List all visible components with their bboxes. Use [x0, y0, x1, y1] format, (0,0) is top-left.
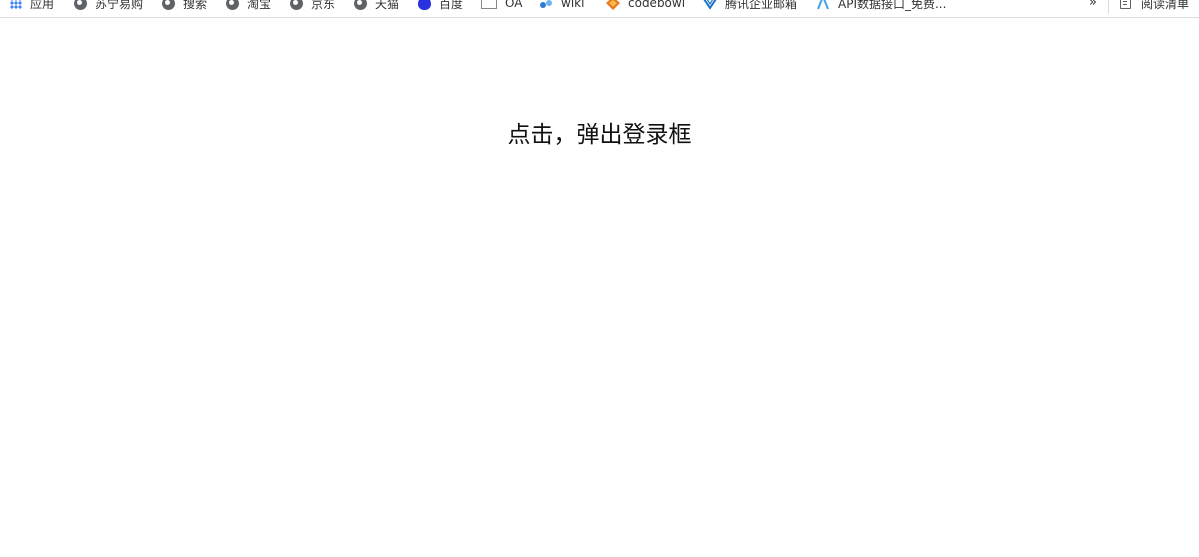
bookmark-label: 京东 [311, 0, 336, 11]
globe-icon [354, 0, 367, 10]
reading-list-label: 阅读清单 [1141, 0, 1190, 11]
globe-icon [162, 0, 175, 10]
bookmark-suning[interactable]: 苏宁易购 [74, 0, 143, 12]
bookmark-label: wiki [561, 0, 585, 10]
wiki-logo-icon [540, 0, 553, 8]
bookmarks-bar: 应用 苏宁易购 搜索 淘宝 京东 天猫 百度 OA wiki codebowl … [0, 0, 1199, 18]
reading-list-icon [1120, 0, 1131, 9]
bookmark-baidu[interactable]: 百度 [418, 0, 463, 12]
api-logo-icon [816, 0, 830, 10]
bookmark-codebowl[interactable]: codebowl [606, 0, 685, 12]
bookmark-label: OA [505, 0, 523, 10]
bookmark-label: 腾讯企业邮箱 [725, 0, 798, 11]
bookmark-label: 应用 [30, 0, 55, 11]
bookmark-wiki[interactable]: wiki [540, 0, 584, 12]
bookmarks-overflow-button[interactable]: » [1089, 0, 1097, 12]
bookmark-label: API数据接口_免费... [838, 0, 947, 11]
bookmark-label: 天猫 [375, 0, 400, 11]
bookmark-label: 搜索 [183, 0, 208, 11]
bookmark-api[interactable]: API数据接口_免费... [816, 0, 946, 12]
codebowl-logo-icon [606, 0, 620, 10]
baidu-paw-icon [418, 0, 431, 10]
bookmark-apps[interactable]: 应用 [10, 0, 54, 12]
oa-logo-icon [481, 0, 497, 9]
bookmark-tencent-mail[interactable]: 腾讯企业邮箱 [703, 0, 797, 12]
globe-icon [74, 0, 87, 10]
reading-list-button[interactable]: 阅读清单 [1120, 0, 1189, 12]
apps-grid-icon [10, 0, 22, 9]
bookmark-search[interactable]: 搜索 [162, 0, 207, 12]
bookmark-label: 百度 [439, 0, 464, 11]
bookmark-tmall[interactable]: 天猫 [354, 0, 399, 12]
bookmark-label: 淘宝 [247, 0, 272, 11]
globe-icon [290, 0, 303, 10]
bookmark-label: 苏宁易购 [95, 0, 144, 11]
bookmark-jd[interactable]: 京东 [290, 0, 335, 12]
globe-icon [226, 0, 239, 10]
toolbar-divider [1108, 0, 1109, 14]
bookmark-oa[interactable]: OA [481, 0, 522, 12]
bookmark-label: codebowl [628, 0, 686, 10]
login-popup-trigger[interactable]: 点击，弹出登录框 [0, 119, 1199, 151]
tencent-mail-icon [703, 0, 717, 10]
bookmark-taobao[interactable]: 淘宝 [226, 0, 271, 12]
